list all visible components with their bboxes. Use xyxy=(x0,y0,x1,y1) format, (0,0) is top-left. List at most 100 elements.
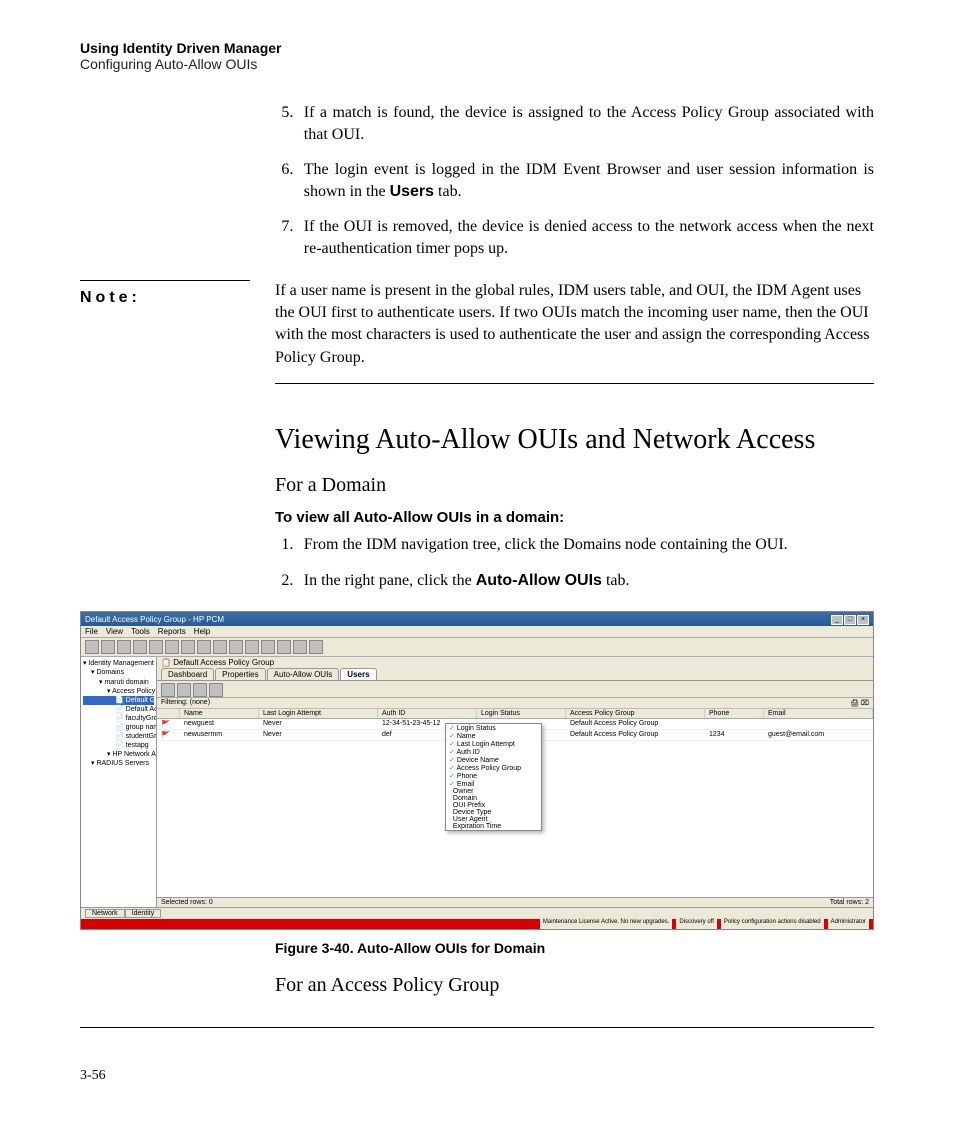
instruction-lead: To view all Auto-Allow OUIs in a domain: xyxy=(275,509,874,526)
tree-node[interactable]: 📄 facultyGroup xyxy=(83,714,154,723)
panel-tool-icon[interactable] xyxy=(193,683,207,697)
tree-node[interactable]: 📄 Default Guest Access Po xyxy=(83,696,154,705)
tree-root[interactable]: ▾ Identity Management Home xyxy=(83,659,154,668)
tree-node[interactable]: 📄 Default Access Policy Group xyxy=(83,705,154,714)
numbered-list-1: If a match is found, the device is assig… xyxy=(275,102,874,260)
nav-tree[interactable]: ▾ Identity Management Home▾ Domains▾ mar… xyxy=(81,657,157,907)
selected-rows-label: Selected rows: 0 xyxy=(161,899,213,906)
column-header[interactable]: Phone xyxy=(705,709,764,718)
column-chooser-item[interactable]: Name xyxy=(446,732,541,740)
tree-node[interactable]: ▾ Access Policy Groups xyxy=(83,687,154,696)
numbered-list-2: From the IDM navigation tree, click the … xyxy=(275,534,874,591)
column-chooser-item[interactable]: Domain xyxy=(446,795,541,802)
column-chooser-item[interactable]: User Agent xyxy=(446,816,541,823)
footer-rule xyxy=(80,1027,874,1028)
toolbar-icon[interactable] xyxy=(133,640,147,654)
column-header[interactable]: Access Policy Group xyxy=(566,709,705,718)
total-rows-label: Total rows: 2 xyxy=(830,899,869,906)
window-title: Default Access Policy Group - HP PCM xyxy=(85,615,224,624)
bottom-tabs: NetworkIdentity xyxy=(81,907,873,919)
filter-buttons[interactable]: 🖨 ⌧ xyxy=(850,699,869,707)
column-chooser-item[interactable]: Owner xyxy=(446,788,541,795)
tab[interactable]: Properties xyxy=(215,668,265,680)
menu-item[interactable]: Reports xyxy=(158,627,186,636)
section-heading: Viewing Auto-Allow OUIs and Network Acce… xyxy=(275,424,874,456)
toolbar-icon[interactable] xyxy=(229,640,243,654)
note-block: Note: If a user name is present in the g… xyxy=(80,280,874,385)
column-chooser-item[interactable]: Login Status xyxy=(446,724,541,732)
table-cell: newguest xyxy=(180,719,259,729)
tree-node[interactable]: ▾ RADIUS Servers xyxy=(83,759,154,768)
toolbar-icon[interactable] xyxy=(197,640,211,654)
column-chooser-item[interactable]: Email xyxy=(446,780,541,788)
table-cell: 1234 xyxy=(705,730,764,740)
bottom-tab[interactable]: Identity xyxy=(125,909,162,918)
column-header[interactable]: Auth ID xyxy=(378,709,477,718)
column-chooser-item[interactable]: Device Name xyxy=(446,756,541,764)
tab[interactable]: Users xyxy=(340,668,376,680)
column-chooser-item[interactable]: OUI Prefix xyxy=(446,802,541,809)
app-screenshot: Default Access Policy Group - HP PCM _□×… xyxy=(80,611,874,930)
table-cell: Never xyxy=(259,730,378,740)
tree-node[interactable]: 📄 studentGroup xyxy=(83,732,154,741)
toolbar-icon[interactable] xyxy=(165,640,179,654)
tree-node[interactable]: ▾ maruti domain xyxy=(83,678,154,687)
column-chooser-item[interactable]: Auth ID xyxy=(446,748,541,756)
column-chooser-item[interactable]: Access Policy Group xyxy=(446,764,541,772)
toolbar-icon[interactable] xyxy=(309,640,323,654)
toolbar-icon[interactable] xyxy=(101,640,115,654)
tree-node[interactable]: 📄 testapg xyxy=(83,741,154,750)
tree-node[interactable]: 📄 group name xyxy=(83,723,154,732)
table-cell: 🚩 xyxy=(157,730,180,740)
menu-item[interactable]: File xyxy=(85,627,98,636)
panel-tool-icon[interactable] xyxy=(161,683,175,697)
tab[interactable]: Auto-Allow OUIs xyxy=(267,668,340,680)
bottom-tab[interactable]: Network xyxy=(85,909,125,918)
toolbar-icon[interactable] xyxy=(149,640,163,654)
table-cell: Never xyxy=(259,719,378,729)
panel-toolbar xyxy=(157,681,873,698)
toolbar-icon[interactable] xyxy=(181,640,195,654)
column-chooser-item[interactable]: Phone xyxy=(446,772,541,780)
menu-item[interactable]: Help xyxy=(194,627,210,636)
column-header[interactable]: Email xyxy=(764,709,873,718)
window-titlebar: Default Access Policy Group - HP PCM _□× xyxy=(81,612,873,626)
table-cell: guest@email.com xyxy=(764,730,873,740)
column-chooser-item[interactable]: Last Login Attempt xyxy=(446,740,541,748)
toolbar-icon[interactable] xyxy=(213,640,227,654)
column-header[interactable]: Name xyxy=(180,709,259,718)
column-header[interactable]: Last Login Attempt xyxy=(259,709,378,718)
list-item: From the IDM navigation tree, click the … xyxy=(297,534,874,556)
table-cell: newusermm xyxy=(180,730,259,740)
panel-tool-icon[interactable] xyxy=(209,683,223,697)
status-segment: Administrator xyxy=(828,919,869,929)
running-header: Using Identity Driven Manager Configurin… xyxy=(80,40,874,72)
panel-tool-icon[interactable] xyxy=(177,683,191,697)
note-body: If a user name is present in the global … xyxy=(275,280,874,385)
tab[interactable]: Dashboard xyxy=(161,668,214,680)
toolbar-icon[interactable] xyxy=(277,640,291,654)
toolbar-icon[interactable] xyxy=(85,640,99,654)
column-header[interactable]: Login Status xyxy=(477,709,566,718)
toolbar-icon[interactable] xyxy=(293,640,307,654)
column-chooser-popup[interactable]: Login StatusNameLast Login AttemptAuth I… xyxy=(445,723,542,831)
figure-caption: Figure 3-40. Auto-Allow OUIs for Domain xyxy=(275,940,874,956)
toolbar-icon[interactable] xyxy=(117,640,131,654)
filter-bar: Filtering: (none) 🖨 ⌧ xyxy=(157,698,873,709)
column-header[interactable] xyxy=(157,709,180,718)
menu-item[interactable]: Tools xyxy=(131,627,150,636)
grid-header: NameLast Login AttemptAuth IDLogin Statu… xyxy=(157,709,873,719)
column-chooser-item[interactable]: Device Type xyxy=(446,809,541,816)
tree-node[interactable]: ▾ HP Network Access Control xyxy=(83,750,154,759)
toolbar-icon[interactable] xyxy=(261,640,275,654)
table-cell: Default Access Policy Group xyxy=(566,730,705,740)
list-item: In the right pane, click the Auto-Allow … xyxy=(297,570,874,592)
status-segment: Policy configuration actions disabled xyxy=(721,919,824,929)
tree-node[interactable]: ▾ Domains xyxy=(83,668,154,677)
header-title: Using Identity Driven Manager xyxy=(80,40,874,56)
column-chooser-item[interactable]: Expiration Time xyxy=(446,823,541,830)
list-item: If the OUI is removed, the device is den… xyxy=(297,216,874,259)
data-grid[interactable]: NameLast Login AttemptAuth IDLogin Statu… xyxy=(157,709,873,897)
toolbar-icon[interactable] xyxy=(245,640,259,654)
menu-item[interactable]: View xyxy=(106,627,123,636)
